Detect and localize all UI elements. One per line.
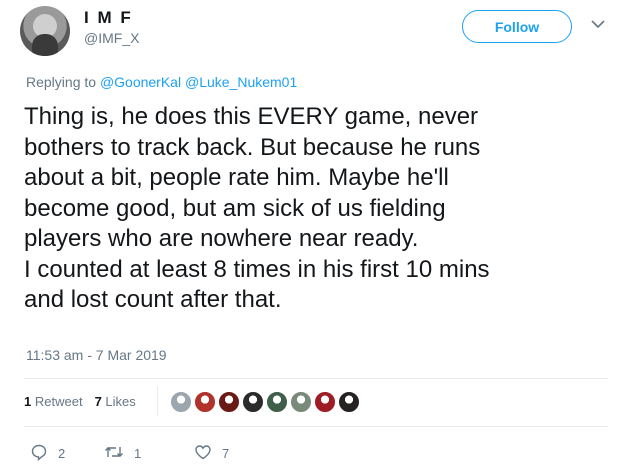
retweet-button[interactable]: 1 — [104, 443, 188, 464]
retweet-stat-label: Retweet — [34, 394, 83, 409]
divider — [24, 378, 608, 379]
like-stat[interactable]: 7 Likes — [95, 394, 136, 409]
heart-icon — [194, 444, 212, 463]
liker-avatar[interactable] — [338, 391, 360, 413]
liker-avatar[interactable] — [242, 391, 264, 413]
author-handle[interactable]: @IMF_X — [84, 30, 139, 46]
avatar[interactable] — [20, 6, 70, 56]
replying-to: Replying to @GoonerKal @Luke_Nukem01 — [26, 74, 297, 90]
replying-to-label: Replying to — [26, 74, 97, 90]
liker-avatar[interactable] — [194, 391, 216, 413]
mention-link[interactable]: @GoonerKal — [100, 74, 181, 90]
reply-button[interactable]: 2 — [30, 443, 102, 464]
reply-icon — [30, 443, 48, 464]
follow-button[interactable]: Follow — [462, 10, 572, 43]
tweet-stats: 1 Retweet 7 Likes — [24, 394, 136, 409]
tweet-timestamp[interactable]: 11:53 am - 7 Mar 2019 — [26, 347, 167, 363]
like-stat-count: 7 — [94, 394, 102, 409]
retweet-stat-count: 1 — [24, 394, 32, 409]
chevron-down-icon[interactable] — [588, 14, 608, 34]
liker-avatars — [170, 391, 360, 413]
divider — [24, 426, 608, 427]
reply-count: 2 — [58, 446, 66, 461]
liker-avatar[interactable] — [266, 391, 288, 413]
liker-avatar[interactable] — [314, 391, 336, 413]
divider — [157, 386, 158, 416]
liker-avatar[interactable] — [170, 391, 192, 413]
retweet-icon — [104, 444, 124, 463]
like-count: 7 — [222, 446, 230, 461]
like-stat-label: Likes — [105, 394, 136, 409]
tweet-text: Thing is, he does this EVERY game, never… — [24, 103, 490, 313]
liker-avatar[interactable] — [290, 391, 312, 413]
mention-link[interactable]: @Luke_Nukem01 — [185, 74, 297, 90]
like-button[interactable]: 7 — [194, 443, 274, 464]
author-display-name[interactable]: I M F — [84, 8, 133, 28]
tweet-actions: 2 1 7 — [30, 443, 274, 464]
retweet-stat[interactable]: 1 Retweet — [24, 394, 83, 409]
liker-avatar[interactable] — [218, 391, 240, 413]
retweet-count: 1 — [134, 446, 142, 461]
